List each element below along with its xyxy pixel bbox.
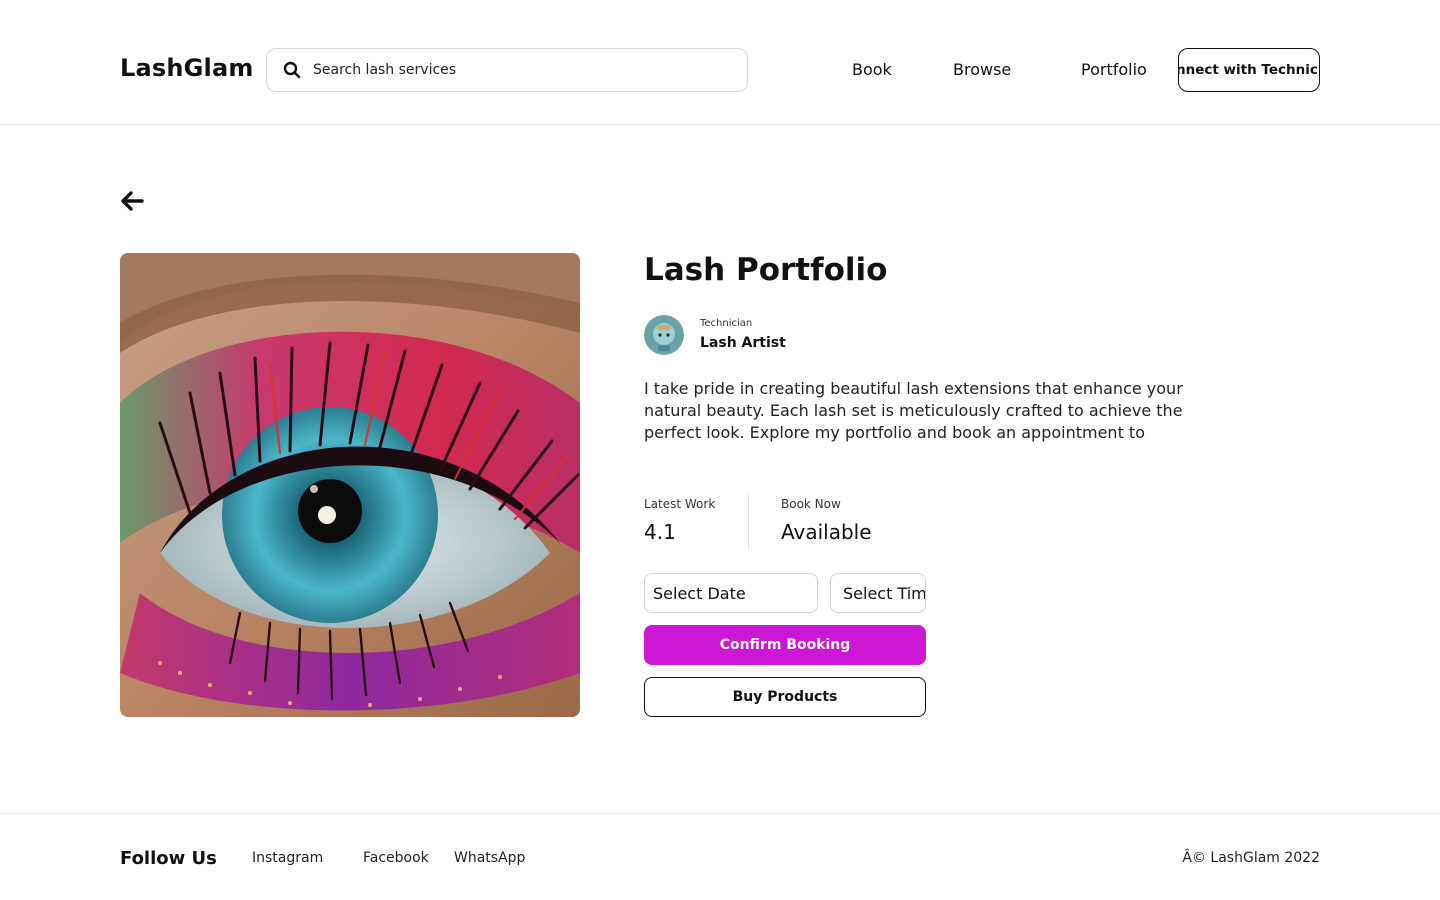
search-input[interactable] — [313, 62, 693, 78]
follow-us-heading: Follow Us — [120, 848, 217, 869]
search-icon — [283, 61, 301, 79]
buy-products-button[interactable]: Buy Products — [644, 677, 926, 717]
social-link-facebook[interactable]: Facebook — [363, 850, 429, 866]
copyright-text: Â© LashGlam 2022 — [1182, 850, 1320, 866]
social-link-whatsapp[interactable]: WhatsApp — [454, 850, 525, 866]
logo[interactable]: LashGlam — [120, 54, 254, 82]
bio-text: I take pride in creating beautiful lash … — [644, 379, 1183, 442]
select-date-field[interactable]: Select Date — [644, 573, 818, 613]
technician-avatar[interactable] — [644, 315, 684, 355]
page-title: Lash Portfolio — [644, 252, 888, 288]
stat-divider — [748, 493, 749, 549]
technician-name[interactable]: Lash Artist — [700, 335, 786, 351]
nav-portfolio[interactable]: Portfolio — [1081, 60, 1147, 79]
confirm-booking-button[interactable]: Confirm Booking — [644, 625, 926, 665]
search-bar[interactable] — [266, 48, 748, 92]
portfolio-image — [120, 253, 580, 717]
stat-value-book-now: Available — [781, 520, 872, 544]
site-footer: Follow Us Instagram Facebook WhatsApp Â©… — [0, 813, 1440, 900]
arrow-left-icon — [121, 191, 144, 211]
nav-book[interactable]: Book — [852, 60, 892, 79]
stat-label-latest-work: Latest Work — [644, 497, 716, 511]
technician-label: Technician — [700, 318, 753, 329]
stat-label-book-now: Book Now — [781, 497, 841, 511]
site-header: LashGlam Book Browse Portfolio Connect w… — [0, 0, 1440, 125]
select-time-field[interactable]: Select Time — [830, 573, 926, 613]
stat-value-latest-work: 4.1 — [644, 520, 676, 544]
back-button[interactable] — [120, 189, 144, 213]
social-link-instagram[interactable]: Instagram — [252, 850, 323, 866]
connect-technician-button[interactable]: Connect with Technician — [1178, 48, 1320, 92]
nav-browse[interactable]: Browse — [953, 60, 1011, 79]
